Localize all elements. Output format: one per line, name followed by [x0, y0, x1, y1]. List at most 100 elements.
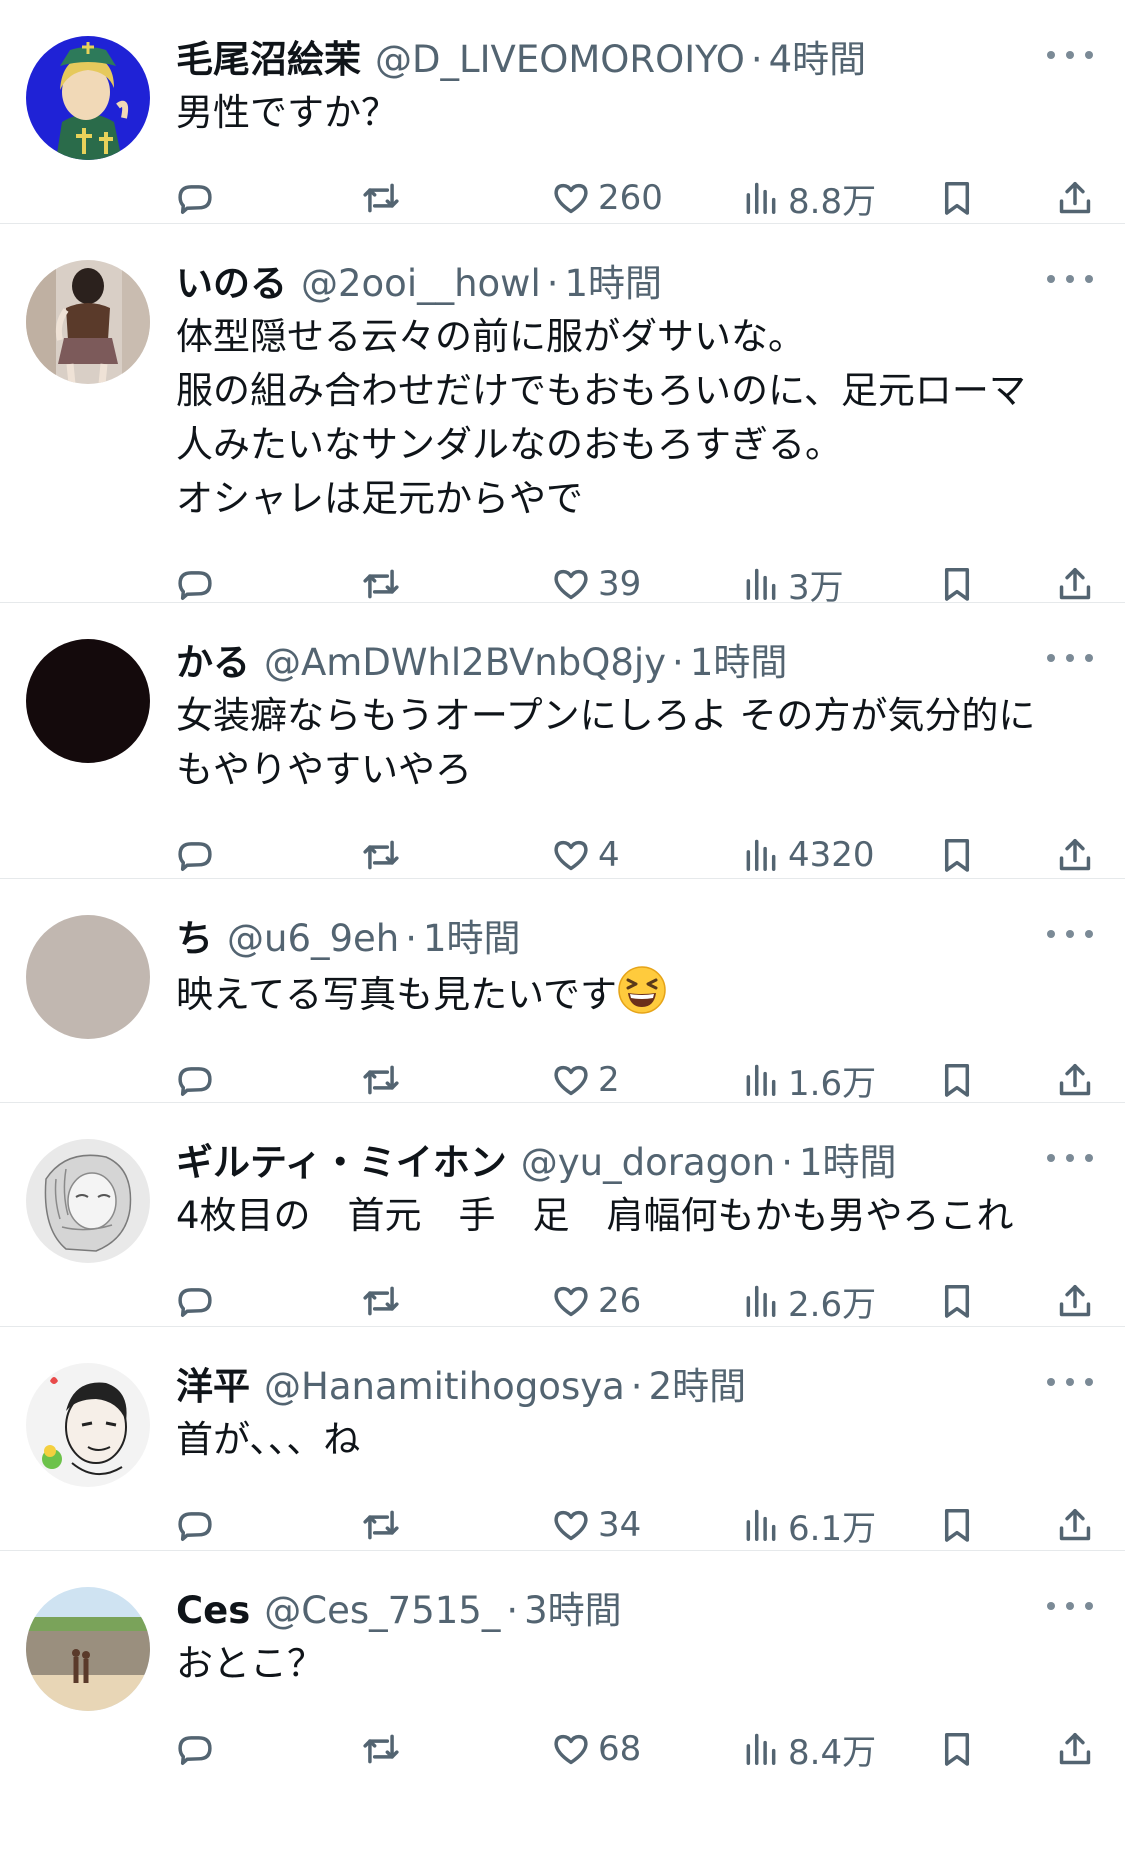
view-count: 2.6万	[788, 1284, 877, 1325]
avatar[interactable]	[26, 36, 150, 160]
like-count: 4	[598, 835, 620, 875]
tweet[interactable]: 毛尾沼絵茉 @D_LIVEOMOROIYO · 4時間 男性ですか？ 260 8.…	[0, 0, 1125, 224]
retweet-icon	[362, 179, 400, 217]
author-name[interactable]: かる	[176, 637, 250, 689]
separator: ·	[405, 917, 418, 960]
tweet[interactable]: いのる @2ooi__howl · 1時間 体型隠せる云々の前に服がダサいな。 …	[0, 224, 1125, 608]
tweet-text: おとこ？	[176, 1642, 324, 1685]
timestamp[interactable]: 4時間	[769, 34, 867, 86]
heart-icon	[552, 1730, 590, 1768]
view-count: 1.6万	[788, 1063, 877, 1104]
view-count: 8.4万	[788, 1732, 877, 1773]
avatar[interactable]	[26, 915, 150, 1039]
views-button[interactable]: 8.4万	[742, 1691, 876, 1807]
heart-icon	[552, 836, 590, 874]
more-icon	[1047, 654, 1055, 662]
avatar[interactable]	[26, 260, 150, 384]
timestamp[interactable]: 3時間	[524, 1585, 622, 1637]
share-icon	[1056, 1506, 1094, 1544]
more-options-button[interactable]	[1047, 40, 1093, 70]
author-handle[interactable]: @Ces_7515_	[264, 1585, 500, 1637]
tweet[interactable]: ち @u6_9eh · 1時間 映えてる写真も見たいです 2 1.6万	[0, 879, 1125, 1104]
tweet-text: 首が、、、ね	[176, 1418, 361, 1461]
author-handle[interactable]: @D_LIVEOMOROIYO	[375, 34, 745, 86]
retweet-button[interactable]	[362, 1691, 400, 1807]
retweet-icon	[362, 1061, 400, 1099]
author-name[interactable]: ギルティ・ミイホン	[176, 1137, 507, 1189]
tweet-text: 体型隠せる云々の前に服がダサいな。 服の組み合わせだけでもおもろいのに、足元ロー…	[176, 315, 1026, 520]
view-count: 8.8万	[788, 181, 877, 222]
reply-icon	[176, 836, 214, 874]
author-handle[interactable]: @yu_doragon	[521, 1137, 775, 1189]
share-button[interactable]	[1056, 1691, 1094, 1807]
author-name[interactable]: 洋平	[176, 1361, 250, 1413]
reply-button[interactable]	[176, 1691, 214, 1807]
more-options-button[interactable]	[1047, 1143, 1093, 1173]
more-icon	[1047, 1602, 1055, 1610]
timestamp[interactable]: 1時間	[690, 637, 788, 689]
more-options-button[interactable]	[1047, 264, 1093, 294]
separator: ·	[750, 38, 763, 81]
author-name[interactable]: 毛尾沼絵茉	[176, 34, 361, 86]
tweet-text: 4枚目の 首元 手 足 肩幅何もかも男やろこれ	[176, 1194, 1014, 1237]
reply-icon	[176, 1282, 214, 1320]
avatar[interactable]	[26, 639, 150, 763]
reply-icon	[176, 179, 214, 217]
more-icon	[1047, 51, 1055, 59]
bookmark-icon	[938, 565, 976, 603]
share-icon	[1056, 565, 1094, 603]
bookmark-icon	[938, 836, 976, 874]
more-icon	[1047, 275, 1055, 283]
views-icon	[742, 565, 780, 603]
timestamp[interactable]: 1時間	[423, 913, 521, 965]
share-icon	[1056, 179, 1094, 217]
more-icon	[1047, 1154, 1055, 1162]
reply-feed: 毛尾沼絵茉 @D_LIVEOMOROIYO · 4時間 男性ですか？ 260 8.…	[0, 0, 1125, 1851]
bookmark-icon	[938, 1730, 976, 1768]
bookmark-icon	[938, 179, 976, 217]
like-count: 2	[598, 1060, 620, 1100]
timestamp[interactable]: 1時間	[799, 1137, 897, 1189]
timestamp[interactable]: 2時間	[649, 1361, 747, 1413]
author-name[interactable]: いのる	[176, 258, 287, 310]
bookmark-icon	[938, 1061, 976, 1099]
like-button[interactable]: 68	[552, 1691, 641, 1807]
view-count: 6.1万	[788, 1508, 877, 1549]
retweet-icon	[362, 1282, 400, 1320]
author-handle[interactable]: @Hanamitihogosya	[264, 1361, 625, 1413]
tweet[interactable]: Ces @Ces_7515_ · 3時間 おとこ？ 68 8.4万	[0, 1551, 1125, 1851]
retweet-icon	[362, 836, 400, 874]
author-handle[interactable]: @AmDWhl2BVnbQ8jy	[264, 637, 666, 689]
tweet[interactable]: 洋平 @Hanamitihogosya · 2時間 首が、、、ね 34 6.1万	[0, 1327, 1125, 1551]
author-handle[interactable]: @2ooi__howl	[301, 258, 541, 310]
tweet[interactable]: かる @AmDWhl2BVnbQ8jy · 1時間 女装癖ならもうオープンにしろ…	[0, 603, 1125, 879]
reply-icon	[176, 1506, 214, 1544]
bookmark-icon	[938, 1506, 976, 1544]
views-icon	[742, 179, 780, 217]
view-count: 4320	[788, 835, 875, 875]
avatar[interactable]	[26, 1587, 150, 1711]
more-options-button[interactable]	[1047, 1591, 1093, 1621]
author-name[interactable]: Ces	[176, 1585, 250, 1637]
reply-icon	[176, 1730, 214, 1768]
more-options-button[interactable]	[1047, 643, 1093, 673]
tweet-text-content: 映えてる写真も見たいです	[176, 973, 618, 1016]
more-options-button[interactable]	[1047, 1367, 1093, 1397]
more-options-button[interactable]	[1047, 919, 1093, 949]
tweet[interactable]: ギルティ・ミイホン @yu_doragon · 1時間 4枚目の 首元 手 足 …	[0, 1103, 1125, 1327]
separator: ·	[506, 1589, 519, 1632]
heart-icon	[552, 1506, 590, 1544]
author-name[interactable]: ち	[176, 913, 213, 965]
tweet-text: 女装癖ならもうオープンにしろよ その方が気分的に もやりやすいやろ	[176, 694, 1036, 791]
view-count: 3万	[788, 567, 844, 608]
share-icon	[1056, 1730, 1094, 1768]
share-icon	[1056, 1061, 1094, 1099]
bookmark-button[interactable]	[938, 1691, 976, 1807]
bookmark-icon	[938, 1282, 976, 1320]
avatar[interactable]	[26, 1139, 150, 1263]
like-count: 39	[598, 564, 642, 604]
action-bar: 68 8.4万	[176, 1691, 1095, 1807]
avatar[interactable]	[26, 1363, 150, 1487]
author-handle[interactable]: @u6_9eh	[227, 913, 399, 965]
timestamp[interactable]: 1時間	[565, 258, 663, 310]
